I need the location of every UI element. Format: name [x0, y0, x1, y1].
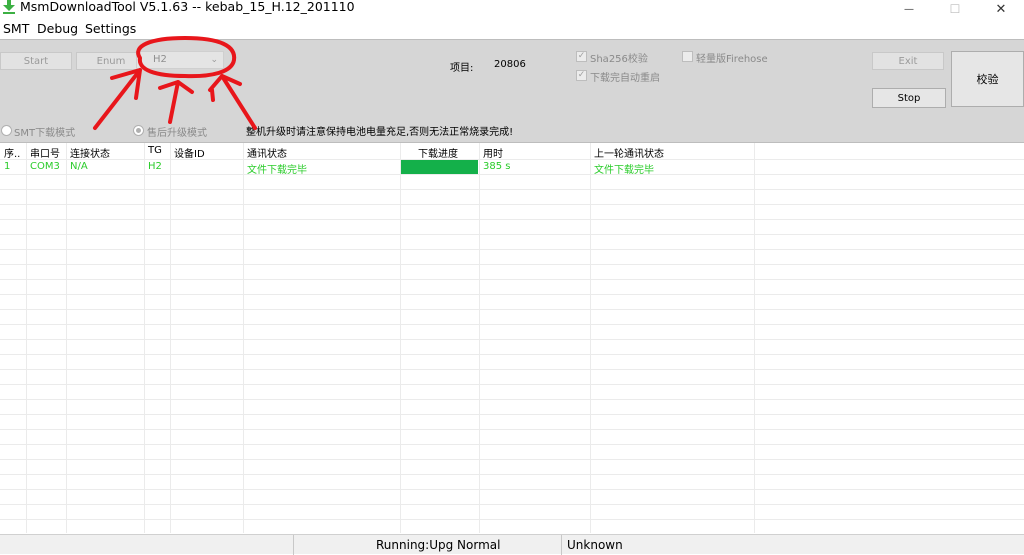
smt-mode-label: SMT下载模式	[14, 128, 76, 139]
chevron-down-icon: ⌄	[210, 55, 218, 65]
cell-port: COM3	[30, 161, 60, 172]
header-progress[interactable]: 下载进度	[418, 145, 458, 160]
download-arrow-icon	[3, 0, 15, 14]
control-panel: Start Enum H2 ⌄ 项目: 20806 ✓ Sha256校验 ✓ 下…	[0, 39, 1024, 143]
exit-button[interactable]: Exit	[872, 52, 944, 70]
close-icon: ✕	[995, 1, 1007, 17]
window-title: MsmDownloadTool V5.1.63 -- kebab_15_H.12…	[20, 0, 355, 14]
minimize-button[interactable]: —	[886, 0, 932, 18]
aftersale-mode-radio[interactable]	[133, 125, 144, 136]
maximize-icon: ☐	[949, 2, 961, 16]
cell-tg: H2	[148, 161, 162, 172]
device-table: 序.. 串口号 连接状态 TG 设备ID 通讯状态 下载进度 用时 上一轮通讯状…	[0, 143, 1024, 533]
target-select[interactable]: H2 ⌄	[136, 51, 224, 69]
menu-debug[interactable]: Debug	[37, 21, 78, 36]
verify-button[interactable]: 校验	[951, 51, 1024, 107]
stop-button[interactable]: Stop	[872, 88, 946, 108]
cell-connection: N/A	[70, 161, 88, 172]
title-bar: MsmDownloadTool V5.1.63 -- kebab_15_H.12…	[0, 0, 1024, 18]
menu-smt[interactable]: SMT	[3, 21, 29, 36]
status-bar: Running:Upg Normal Unknown	[0, 534, 1024, 555]
progress-fill	[401, 160, 478, 174]
menu-bar: SMT Debug Settings	[0, 19, 1024, 39]
cell-index: 1	[4, 161, 11, 172]
start-button[interactable]: Start	[0, 52, 72, 70]
maximize-button[interactable]: ☐	[932, 0, 978, 18]
project-label: 项目:	[450, 63, 474, 74]
sha256-checkbox[interactable]: ✓	[576, 51, 587, 62]
header-comm-status[interactable]: 通讯状态	[247, 145, 287, 160]
header-tg[interactable]: TG	[148, 145, 162, 156]
sha256-label: Sha256校验	[590, 54, 648, 65]
cell-elapsed: 385 s	[483, 161, 511, 172]
header-elapsed[interactable]: 用时	[483, 145, 503, 160]
smt-mode-radio[interactable]	[1, 125, 12, 136]
status-state: Unknown	[561, 535, 1024, 555]
header-index[interactable]: 序..	[4, 145, 20, 160]
download-progress-bar	[401, 160, 478, 174]
close-button[interactable]: ✕	[978, 0, 1024, 18]
project-value: 20806	[494, 59, 526, 70]
target-select-value: H2	[153, 54, 167, 65]
header-port[interactable]: 串口号	[30, 145, 60, 160]
auto-reboot-checkbox[interactable]: ✓	[576, 70, 587, 81]
header-connection[interactable]: 连接状态	[70, 145, 110, 160]
aftersale-mode-label: 售后升级模式	[147, 128, 207, 139]
battery-warning-text: 整机升级时请注意保持电池电量充足,否则无法正常烧录完成!	[246, 127, 514, 138]
auto-reboot-label: 下载完自动重启	[590, 73, 660, 84]
cell-comm-status: 文件下载完毕	[247, 165, 307, 176]
lite-firehose-label: 轻量版Firehose	[696, 54, 768, 65]
header-last-comm-status[interactable]: 上一轮通讯状态	[594, 145, 664, 160]
lite-firehose-checkbox[interactable]	[682, 51, 693, 62]
status-running: Running:Upg Normal	[293, 535, 561, 555]
header-device-id[interactable]: 设备ID	[174, 145, 205, 160]
menu-settings[interactable]: Settings	[85, 21, 136, 36]
cell-last-comm-status: 文件下载完毕	[594, 165, 654, 176]
minimize-icon: —	[904, 3, 914, 15]
